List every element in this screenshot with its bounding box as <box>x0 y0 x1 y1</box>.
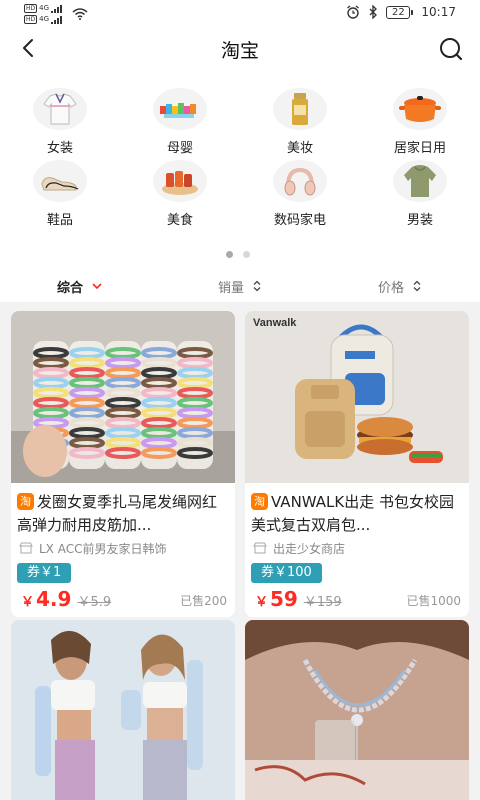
sort-comprehensive[interactable]: 综合 <box>0 270 160 302</box>
product-feed: 淘发圈女夏季扎马尾发绳网红高弹力耐用皮筋加... LX ACC前男友家日韩饰 券… <box>0 302 480 800</box>
sim-indicators: HD 4G HD 4G <box>24 4 63 24</box>
sort-toggle-icon <box>413 280 421 292</box>
headphones-icon <box>273 160 327 202</box>
sort-sales[interactable]: 销量 <box>160 270 320 302</box>
header: 淘宝 <box>0 26 480 72</box>
category-shoes[interactable]: 鞋品 <box>0 160 120 232</box>
sort-price-label: 价格 <box>377 280 404 296</box>
page-title: 淘宝 <box>220 40 259 62</box>
taobao-badge: 淘 <box>251 493 268 510</box>
wifi-icon <box>72 8 88 20</box>
product-title[interactable]: 淘发圈女夏季扎马尾发绳网红高弹力耐用皮筋加... <box>11 483 235 537</box>
pager-dot <box>243 251 250 258</box>
search-icon[interactable] <box>436 34 466 64</box>
signal-icon <box>51 4 63 13</box>
status-bar: HD 4G HD 4G 22 10:17 <box>0 0 480 26</box>
signal-icon <box>51 15 63 24</box>
product-image-hair-ties[interactable] <box>11 311 235 483</box>
food-icon <box>153 160 207 202</box>
sort-bar: 综合 销量 价格 <box>0 270 480 302</box>
bluetooth-icon <box>369 5 378 19</box>
shop-row[interactable]: LX ACC前男友家日韩饰 <box>11 537 235 557</box>
category-men-clothing[interactable]: 男装 <box>360 160 480 232</box>
coupon-badge[interactable]: 券￥1 <box>17 563 72 583</box>
category-baby[interactable]: 母婴 <box>120 88 240 160</box>
coupon-badge[interactable]: 券￥100 <box>251 563 322 583</box>
men-clothing-icon <box>393 160 447 202</box>
category-label: 美妆 <box>286 141 313 156</box>
category-label: 女装 <box>46 141 73 156</box>
category-label: 数码家电 <box>273 213 326 228</box>
sort-toggle-icon <box>253 280 261 292</box>
category-pager <box>226 251 250 258</box>
product-title[interactable]: 淘 VANWALK出走 书包女校园美式复古双肩包... <box>245 483 469 537</box>
brand-logo: Vanwalk <box>253 317 297 329</box>
product-title-text: 发圈女夏季扎马尾发绳网红高弹力耐用皮筋加... <box>17 493 218 534</box>
category-label: 母婴 <box>166 141 193 156</box>
product-card[interactable] <box>245 620 469 800</box>
product-image-backpack[interactable]: Vanwalk <box>245 311 469 483</box>
category-label: 居家日用 <box>393 141 446 156</box>
sold-count: 已售200 <box>180 594 227 608</box>
battery-level: 22 <box>386 5 411 19</box>
sort-sales-label: 销量 <box>217 280 244 296</box>
category-digital[interactable]: 数码家电 <box>240 160 360 232</box>
pager-dot-active <box>226 251 233 258</box>
category-label: 鞋品 <box>46 213 73 228</box>
sold-count: 已售1000 <box>406 594 461 608</box>
taobao-badge: 淘 <box>17 493 34 510</box>
shop-name: LX ACC前男友家日韩饰 <box>39 541 167 556</box>
price-row: ￥ 4.9 ￥5.9 已售200 <box>11 587 235 617</box>
sort-price[interactable]: 价格 <box>320 270 480 302</box>
category-cosmetics[interactable]: 美妆 <box>240 88 360 160</box>
currency-symbol: ￥ <box>255 595 269 610</box>
cosmetics-icon <box>273 88 327 130</box>
women-clothing-icon <box>33 88 87 130</box>
category-food[interactable]: 美食 <box>120 160 240 232</box>
category-home[interactable]: 居家日用 <box>360 88 480 160</box>
category-women-clothing[interactable]: 女装 <box>0 88 120 160</box>
sort-comprehensive-label: 综合 <box>56 280 83 296</box>
shop-row[interactable]: 出走少女商店 <box>245 537 469 557</box>
price: 59 <box>270 587 298 611</box>
original-price: ￥5.9 <box>77 595 112 610</box>
product-card[interactable] <box>11 620 235 800</box>
product-card[interactable]: 淘发圈女夏季扎马尾发绳网红高弹力耐用皮筋加... LX ACC前男友家日韩饰 券… <box>11 311 235 617</box>
category-label: 男装 <box>406 213 433 228</box>
product-title-text: VANWALK出走 书包女校园美式复古双肩包... <box>251 493 455 534</box>
home-pot-icon <box>393 88 447 130</box>
network-type: 4G <box>39 4 50 12</box>
alarm-icon <box>347 5 360 19</box>
chevron-down-icon <box>92 283 102 290</box>
product-image-sports-sleeves[interactable] <box>11 620 235 800</box>
currency-symbol: ￥ <box>21 595 35 610</box>
category-label: 美食 <box>166 213 193 228</box>
network-type: 4G <box>39 15 50 23</box>
hd-label: HD <box>24 4 38 13</box>
clock: 10:17 <box>421 5 456 19</box>
shop-icon <box>19 542 33 554</box>
product-image-necklace[interactable] <box>245 620 469 800</box>
shoes-icon <box>33 160 87 202</box>
shop-icon <box>253 542 267 554</box>
shop-name: 出走少女商店 <box>273 541 346 556</box>
baby-toys-icon <box>153 88 207 130</box>
battery-icon: 22 <box>386 5 414 19</box>
product-card[interactable]: Vanwalk 淘 VANWALK出走 书包女校园美式复古双肩包... 出走少女… <box>245 311 469 617</box>
category-grid: 女装 母婴 美妆 居家日用 鞋品 美食 数码家电 男装 <box>0 88 480 232</box>
price: 4.9 <box>36 587 72 611</box>
original-price: ￥159 <box>303 595 342 610</box>
hd-label: HD <box>24 15 38 24</box>
price-row: ￥ 59 ￥159 已售1000 <box>245 587 469 617</box>
